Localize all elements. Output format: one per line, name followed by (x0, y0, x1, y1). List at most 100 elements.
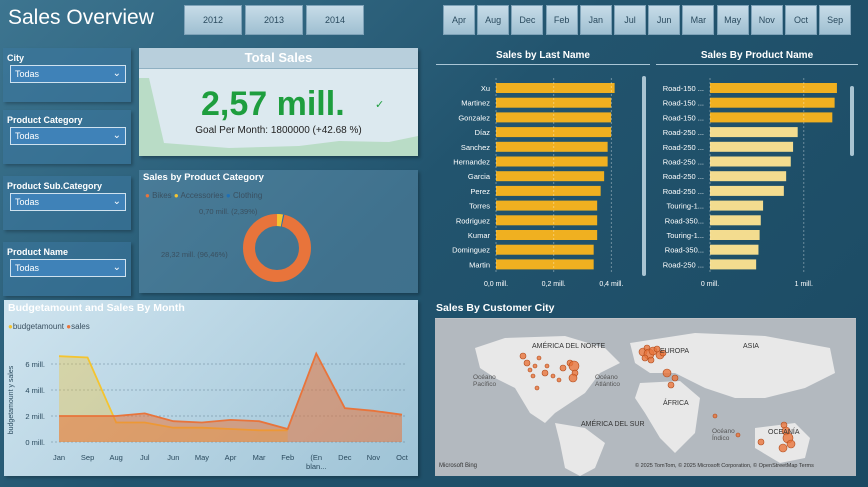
city-marker[interactable] (544, 363, 550, 369)
bar-plot: Xu Martinez Gonzalez Díaz Sanchez Hernandez Ga… (452, 78, 623, 288)
city-marker[interactable] (712, 413, 718, 419)
bar[interactable] (496, 230, 598, 240)
city-marker[interactable] (641, 354, 649, 362)
bar-category-label: Garcia (468, 172, 491, 181)
city-markers[interactable] (435, 318, 856, 476)
bar-category-label: Martinez (461, 99, 490, 108)
city-marker[interactable] (778, 443, 788, 453)
bar[interactable] (710, 244, 759, 255)
bar-category-label: Road-250 ... (663, 187, 704, 196)
city-dropdown[interactable]: Todas ⌄ (10, 65, 126, 83)
city-marker[interactable] (662, 368, 672, 378)
map-label: Océano Índico (712, 428, 735, 442)
bar[interactable] (496, 244, 594, 255)
bar-plot: Road-150 ... Road-150 ... Road-150 ... Road… (663, 78, 837, 288)
year-button-2014[interactable]: 2014 (306, 5, 364, 35)
bar[interactable] (710, 230, 760, 240)
bar[interactable] (710, 185, 784, 196)
bar[interactable] (496, 112, 612, 123)
map-canvas[interactable]: AMÉRICA DEL NORTE EUROPA ASIA ÁFRICA AMÉ… (435, 318, 856, 476)
month-button-dec[interactable]: Dec (511, 5, 544, 35)
bar-category-label: Road-250 ... (663, 143, 704, 152)
bar[interactable] (710, 200, 764, 211)
city-marker[interactable] (530, 373, 536, 379)
product-subcategory-dropdown[interactable]: Todas ⌄ (10, 193, 126, 211)
city-marker[interactable] (519, 352, 527, 360)
year-button-2013[interactable]: 2013 (245, 5, 303, 35)
bar-category-label: Road-150 ... (663, 84, 704, 93)
bar[interactable] (496, 200, 598, 211)
bar-category-label: Xu (481, 84, 490, 93)
bar[interactable] (496, 215, 598, 226)
month-button-jan[interactable]: Jan (579, 5, 612, 35)
x-tick-label: Dec (338, 453, 352, 462)
slicer-label: Product Name (7, 247, 69, 257)
sales-by-city-map-panel: Sales By Customer City AMÉRICA DEL NORTE… (435, 300, 858, 476)
city-marker[interactable] (559, 364, 567, 372)
bar[interactable] (496, 171, 605, 182)
city-marker[interactable] (667, 381, 675, 389)
total-sales-card: Total Sales 2,57 mill. ✓ Goal Per Month:… (139, 48, 418, 156)
city-marker[interactable] (523, 359, 531, 367)
map-attribution[interactable]: © 2025 TomTom, © 2025 Microsoft Corporat… (635, 463, 814, 469)
month-button-jun[interactable]: Jun (648, 5, 681, 35)
city-marker[interactable] (647, 356, 655, 364)
city-marker[interactable] (541, 369, 549, 377)
panel-title: Sales by Product Category (143, 172, 264, 183)
bar-category-label: Rodriguez (456, 216, 490, 225)
city-marker[interactable] (568, 373, 578, 383)
month-button-apr[interactable]: Apr (443, 5, 475, 35)
y-axis-label: budgetamount y sales (8, 365, 15, 434)
bar[interactable] (710, 156, 791, 167)
month-button-oct[interactable]: Oct (785, 5, 817, 35)
bar[interactable] (496, 141, 608, 152)
bar-category-label: Road-350... (665, 216, 704, 225)
sales-by-last-name-chart: Sales by Last Name Xu Martinez Gonzalez Día… (436, 48, 650, 291)
month-button-nov[interactable]: Nov (750, 5, 783, 35)
month-button-feb[interactable]: Feb (545, 5, 578, 35)
city-marker[interactable] (527, 367, 533, 373)
month-button-mar[interactable]: Mar (682, 5, 715, 35)
bar[interactable] (710, 97, 835, 108)
year-button-2012[interactable]: 2012 (184, 5, 242, 35)
x-tick-label: Sep (81, 453, 94, 462)
bar[interactable] (710, 215, 761, 226)
chevron-down-icon: ⌄ (112, 196, 121, 207)
product-category-dropdown[interactable]: Todas ⌄ (10, 127, 126, 145)
city-marker[interactable] (550, 373, 556, 379)
bar[interactable] (710, 141, 794, 152)
legend-label: Clothing (232, 191, 263, 200)
x-tick-label: Oct (396, 453, 409, 462)
slicer-label: Product Category (7, 115, 83, 125)
product-name-dropdown[interactable]: Todas ⌄ (10, 259, 126, 277)
page-title: Sales Overview (8, 6, 154, 29)
month-button-may[interactable]: May (716, 5, 749, 35)
city-slicer: City Todas ⌄ (3, 48, 131, 102)
city-marker[interactable] (786, 439, 796, 449)
donut-chart[interactable] (239, 208, 319, 288)
city-marker[interactable] (671, 374, 679, 382)
bar[interactable] (710, 83, 837, 93)
bar[interactable] (710, 259, 757, 270)
donut-label-big: 28,32 mill. (96,46%) (161, 250, 228, 259)
bar[interactable] (496, 185, 601, 196)
city-marker[interactable] (568, 360, 580, 372)
month-button-aug[interactable]: Aug (477, 5, 510, 35)
bar[interactable] (710, 171, 787, 182)
city-marker[interactable] (556, 377, 562, 383)
city-marker[interactable] (534, 385, 540, 391)
bar-category-label: Gonzalez (458, 113, 490, 122)
month-button-jul[interactable]: Jul (614, 5, 646, 35)
bar[interactable] (496, 83, 615, 93)
bar[interactable] (710, 112, 833, 123)
bar[interactable] (496, 156, 608, 167)
bar-category-label: Kumar (468, 231, 491, 240)
city-marker[interactable] (757, 438, 765, 446)
city-marker[interactable] (536, 355, 542, 361)
x-tick-label: Feb (281, 453, 294, 462)
city-marker[interactable] (532, 363, 538, 369)
month-button-sep[interactable]: Sep (819, 5, 852, 35)
bar[interactable] (710, 127, 798, 138)
bar[interactable] (496, 259, 594, 270)
dropdown-value: Todas (15, 131, 40, 141)
